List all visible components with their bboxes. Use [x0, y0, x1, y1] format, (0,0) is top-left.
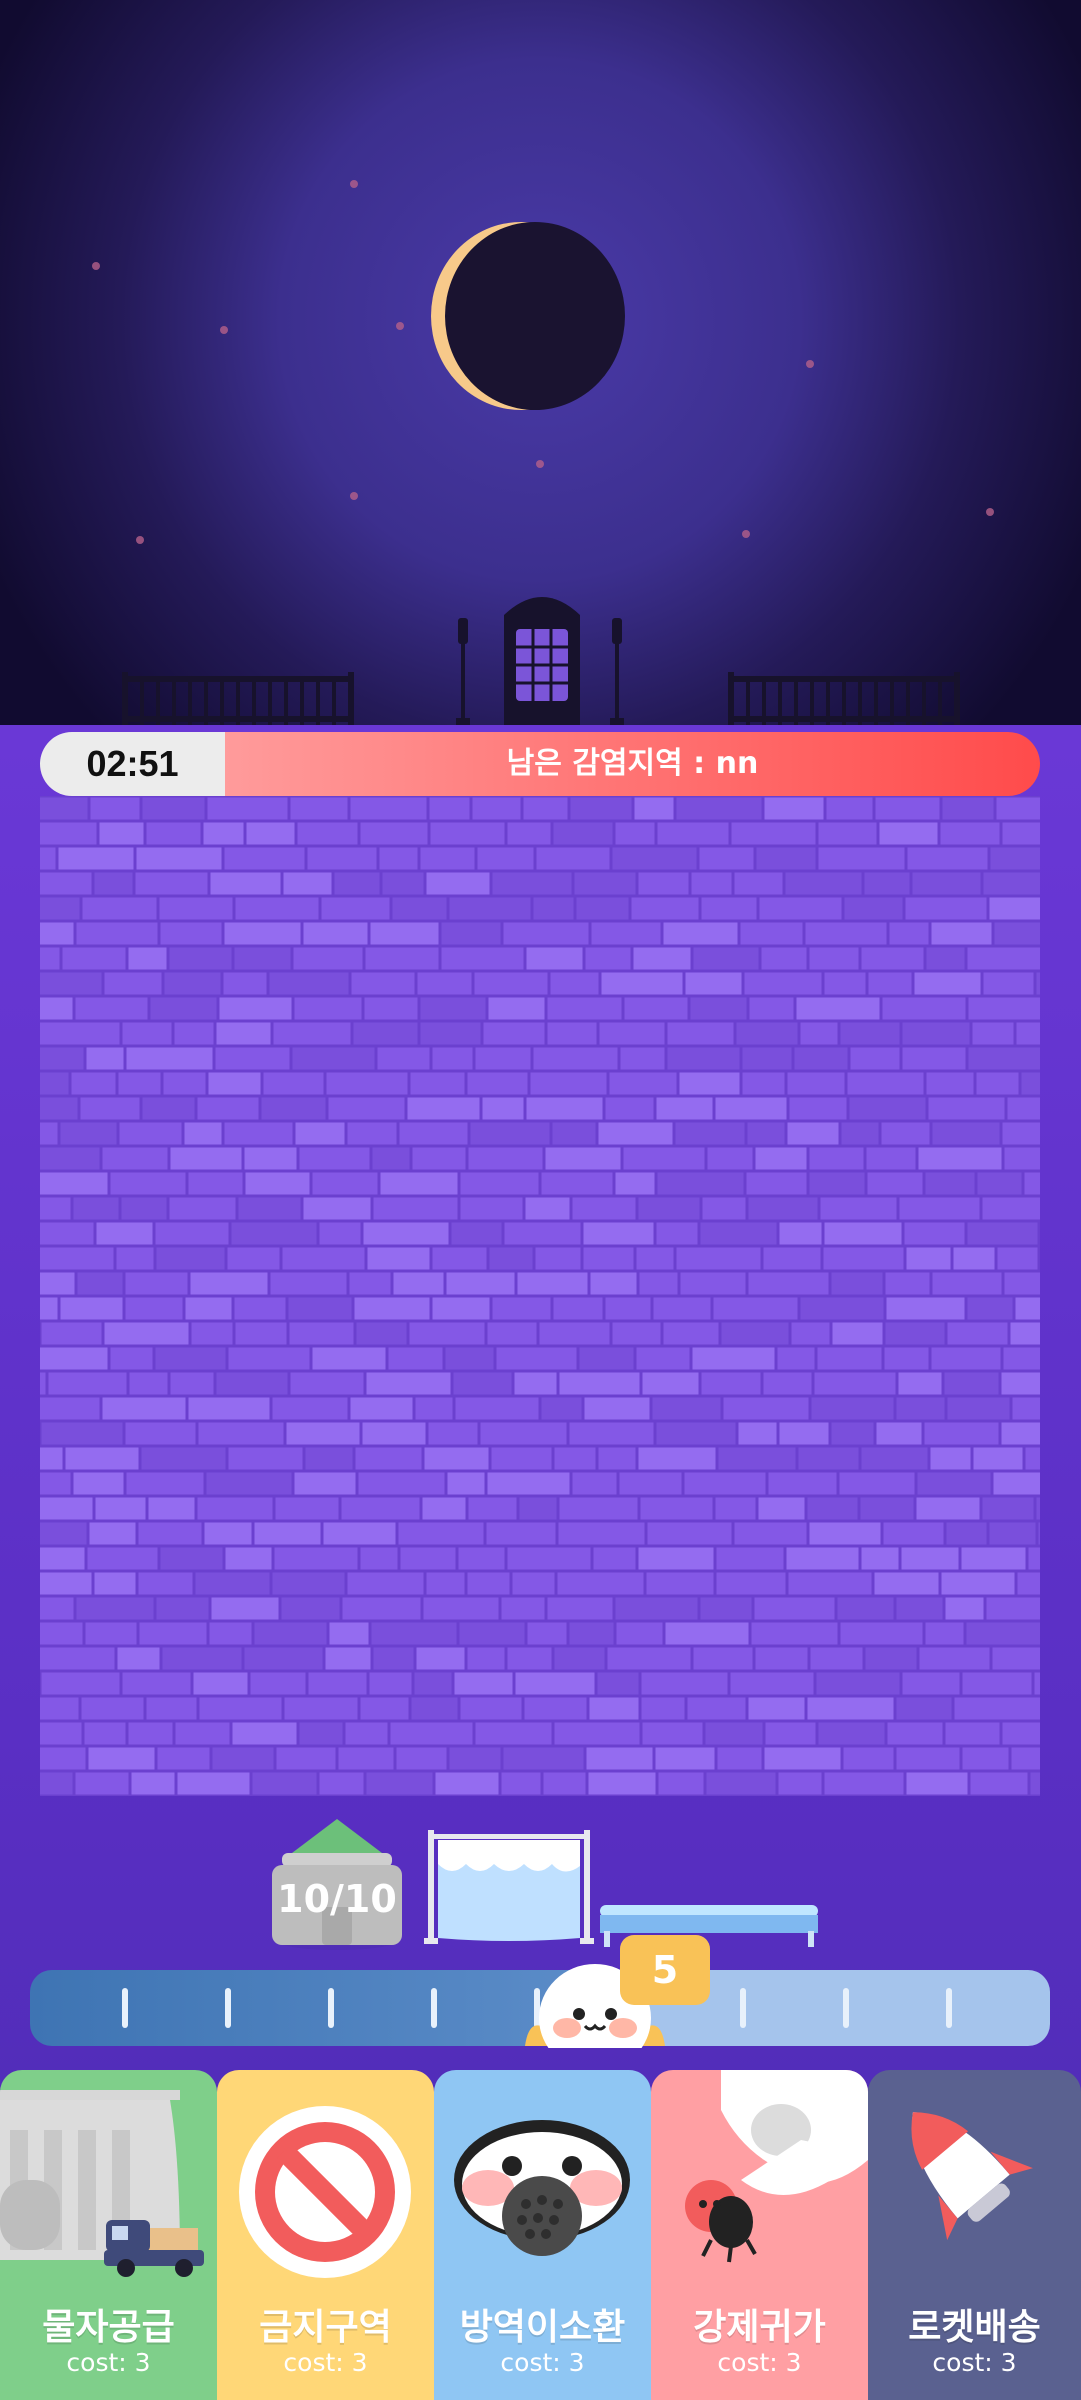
sparkle-icon — [220, 326, 228, 334]
card-forced-return[interactable]: 강제귀가 cost: 3 — [651, 2070, 868, 2400]
level-badge: 5 — [620, 1935, 710, 2005]
sparkle-icon — [396, 322, 404, 330]
status-bar: 02:51 남은 감염지역 : nn — [40, 732, 1040, 796]
card-name: 로켓배송 — [908, 2307, 1041, 2348]
sparkle-icon — [986, 508, 994, 516]
card-name: 금지구역 — [259, 2307, 392, 2348]
sparkle-icon — [350, 492, 358, 500]
slider-tick — [328, 1988, 334, 2028]
slider-tick — [740, 1988, 746, 2028]
fence-right-icon — [728, 672, 960, 728]
sparkle-icon — [136, 536, 144, 544]
crescent-moon-icon — [445, 222, 625, 410]
card-quarantine-summon[interactable]: 방역이소환 cost: 3 — [434, 2070, 651, 2400]
card-name: 강제귀가 — [693, 2307, 826, 2348]
quarantine-curtain-icon[interactable] — [424, 1826, 594, 1946]
timer-display: 02:51 — [40, 732, 225, 796]
card-cost: cost: 3 — [932, 2348, 1017, 2377]
card-cost: cost: 3 — [500, 2348, 585, 2377]
card-bar: 물자공급 cost: 3 금지구역 cost: 3 방역이소환 cost: 3 … — [0, 2070, 1081, 2400]
card-cost: cost: 3 — [717, 2348, 802, 2377]
no-entry-icon — [239, 2106, 411, 2278]
slider-tick — [843, 1988, 849, 2028]
phone-booth-icon — [504, 597, 580, 730]
sparkle-icon — [350, 180, 358, 188]
game-board[interactable] — [40, 796, 1040, 1796]
card-name: 방역이소환 — [459, 2307, 626, 2348]
slider-tick — [122, 1988, 128, 2028]
grab-hand-icon — [685, 2070, 868, 2263]
remaining-infection-label: 남은 감염지역 : nn — [225, 732, 1040, 796]
street-lamp-left-icon — [456, 618, 470, 728]
rocket-icon — [911, 2112, 1033, 2241]
card-supply[interactable]: 물자공급 cost: 3 — [0, 2070, 217, 2400]
card-rocket-delivery[interactable]: 로켓배송 cost: 3 — [868, 2070, 1081, 2400]
slider-tick — [431, 1988, 437, 2028]
fence-left-icon — [122, 672, 354, 728]
mask-character-icon — [454, 2120, 630, 2256]
supply-truck-icon — [0, 2090, 204, 2277]
card-restricted-zone[interactable]: 금지구역 cost: 3 — [217, 2070, 434, 2400]
sparkle-icon — [536, 460, 544, 468]
slider-tick — [225, 1988, 231, 2028]
card-name: 물자공급 — [42, 2307, 175, 2348]
sparkle-icon — [92, 262, 100, 270]
sparkle-icon — [742, 530, 750, 538]
street-lamp-right-icon — [610, 618, 624, 728]
card-cost: cost: 3 — [66, 2348, 151, 2377]
card-cost: cost: 3 — [283, 2348, 368, 2377]
slider-tick — [946, 1988, 952, 2028]
supply-count: 10/10 — [277, 1877, 397, 1921]
sparkle-icon — [806, 360, 814, 368]
